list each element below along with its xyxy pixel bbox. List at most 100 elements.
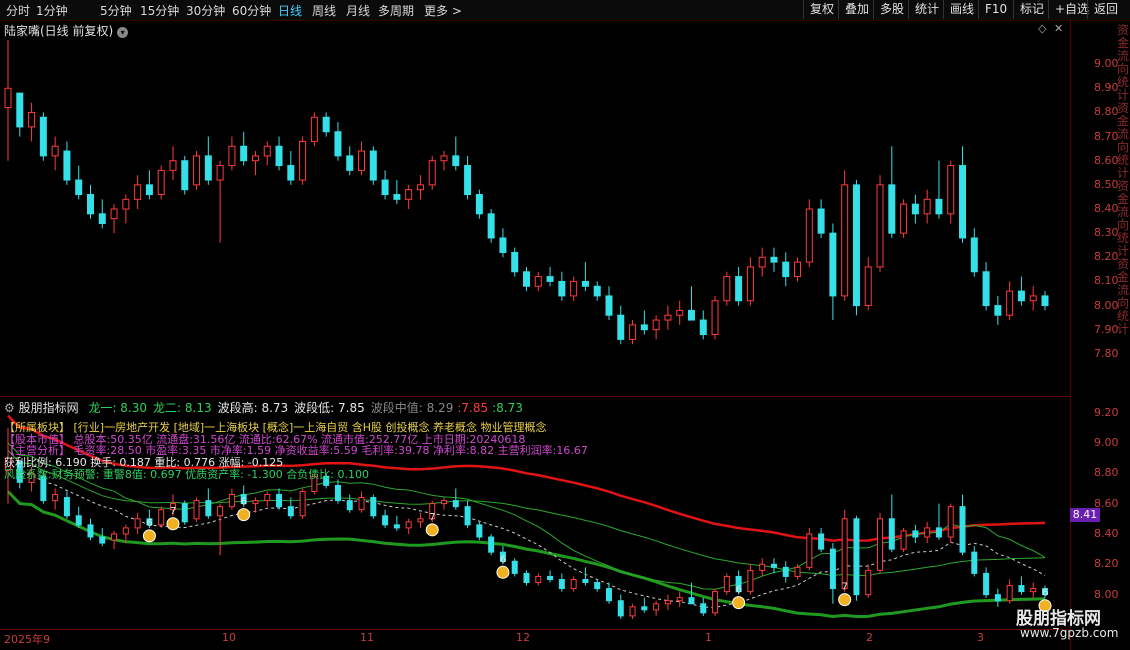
period-more[interactable]: 更多 > xyxy=(424,2,462,19)
y-tick-label: 8.20 xyxy=(1094,250,1119,264)
indicator-name: 股朋指标网 xyxy=(18,401,79,415)
f10-button[interactable]: F10 xyxy=(978,0,1013,19)
signal-number: 6 xyxy=(146,518,152,529)
candle-body xyxy=(499,551,506,562)
indicator-title: ⚙ 股朋指标网 龙一: 8.30 龙二: 8.13 波段高: 8.73 波段低: 7.… xyxy=(4,399,523,416)
candle-body xyxy=(641,606,648,611)
candle-body xyxy=(547,575,554,580)
y-axis-divider xyxy=(1070,20,1071,650)
period-weekly[interactable]: 周线 xyxy=(312,2,336,19)
chevron-down-icon[interactable]: ▾ xyxy=(117,27,129,38)
signal-number: 6 xyxy=(736,585,742,596)
candle-body xyxy=(52,494,59,502)
candle-body xyxy=(676,309,684,316)
candle-body xyxy=(381,179,389,196)
candle-body xyxy=(145,184,153,196)
candle-body xyxy=(664,600,671,605)
draw-button[interactable]: 画线 xyxy=(943,0,980,19)
candle-body xyxy=(86,194,94,215)
back-button[interactable]: 返回 xyxy=(1087,0,1124,19)
signal-number: 6 xyxy=(500,554,506,565)
candle-body xyxy=(970,237,978,273)
candle-body xyxy=(440,155,448,162)
candle-body xyxy=(429,503,436,520)
candle-body xyxy=(251,155,259,162)
y-tick-label: 8.70 xyxy=(1094,129,1119,143)
candle-body xyxy=(864,266,872,307)
close-icon[interactable]: ✕ xyxy=(1054,22,1063,35)
candle-body xyxy=(169,503,176,511)
period-multi[interactable]: 多周期 xyxy=(378,2,414,19)
candle-body xyxy=(829,232,837,297)
y-tick-label: 8.30 xyxy=(1094,226,1119,240)
x-axis-divider xyxy=(0,629,1070,630)
mark-button[interactable]: 标记 xyxy=(1013,0,1050,19)
candle-body xyxy=(416,184,424,191)
period-monthly[interactable]: 月线 xyxy=(346,2,370,19)
y-tick-label: 8.50 xyxy=(1094,177,1119,191)
candle-body xyxy=(181,503,188,523)
overlay-button[interactable]: 叠加 xyxy=(838,0,875,19)
candle-body xyxy=(169,160,177,171)
candle-body xyxy=(382,515,389,526)
candle-body xyxy=(240,145,248,162)
candle-body xyxy=(158,509,165,526)
candle-body xyxy=(1041,295,1049,307)
candle-body xyxy=(228,145,236,167)
candle-body xyxy=(488,536,495,553)
candle-body xyxy=(817,208,825,234)
candle-body xyxy=(523,572,530,584)
risk-row: 风险系数:财务预警: 重警8值: 0.697 优质资产率: -1.300 合负债… xyxy=(4,468,369,481)
candle-body xyxy=(888,184,896,234)
period-daily[interactable]: 日线 xyxy=(278,2,302,19)
indicator-value: 波段中值: 8.29 xyxy=(370,401,454,415)
candle-body xyxy=(4,87,12,109)
candle-body xyxy=(464,165,472,196)
candle-body xyxy=(947,165,955,215)
candle-body xyxy=(322,116,330,133)
candle-body xyxy=(852,184,860,307)
signal-marker xyxy=(425,523,439,537)
candle-body xyxy=(334,131,342,157)
gear-icon[interactable]: ⚙ xyxy=(4,401,15,415)
period-15min[interactable]: 15分钟 xyxy=(140,2,179,19)
candle-body xyxy=(98,213,106,224)
candle-body xyxy=(712,591,719,614)
y-tick-label: 9.00 xyxy=(1094,57,1119,71)
period-minute[interactable]: 分时 xyxy=(6,2,30,19)
indicator-value: 龙二: 8.13 xyxy=(153,401,212,415)
candle-body xyxy=(204,155,212,181)
multi-stock-button[interactable]: 多股 xyxy=(873,0,910,19)
candle-body xyxy=(193,500,200,520)
period-5min[interactable]: 5分钟 xyxy=(100,2,132,19)
fuquan-button[interactable]: 复权 xyxy=(803,0,840,19)
candle-body xyxy=(558,578,565,590)
candle-body xyxy=(735,276,743,302)
candle-body xyxy=(358,150,366,171)
period-30min[interactable]: 30分钟 xyxy=(186,2,225,19)
y-tick-label: 9.20 xyxy=(1094,405,1119,419)
candle-body xyxy=(475,194,483,215)
candle-body xyxy=(428,160,436,186)
candle-body xyxy=(228,494,235,508)
watermark-url: www.7gpzb.com xyxy=(1020,626,1119,640)
stats-button[interactable]: 统计 xyxy=(908,0,945,19)
candle-body xyxy=(806,533,813,568)
indicator-value: 龙一: 8.30 xyxy=(88,401,148,415)
period-60min[interactable]: 60分钟 xyxy=(232,2,271,19)
candle-body xyxy=(759,563,766,571)
candle-body xyxy=(900,530,907,550)
y-tick-label: 8.00 xyxy=(1094,298,1119,312)
period-1min[interactable]: 1分钟 xyxy=(36,2,68,19)
diamond-icon[interactable]: ◇ xyxy=(1038,22,1046,35)
candle-body xyxy=(511,560,518,574)
kline-chart[interactable]: 6 7 6 7 6 6 7 6 xyxy=(0,0,1130,650)
signal-marker xyxy=(166,517,180,531)
candle-body xyxy=(570,578,577,590)
candle-body xyxy=(1029,295,1037,302)
candle-body xyxy=(63,497,70,517)
candle-body xyxy=(581,280,589,287)
candle-body xyxy=(629,606,636,617)
candle-body xyxy=(134,518,141,529)
candle-body xyxy=(912,530,919,538)
